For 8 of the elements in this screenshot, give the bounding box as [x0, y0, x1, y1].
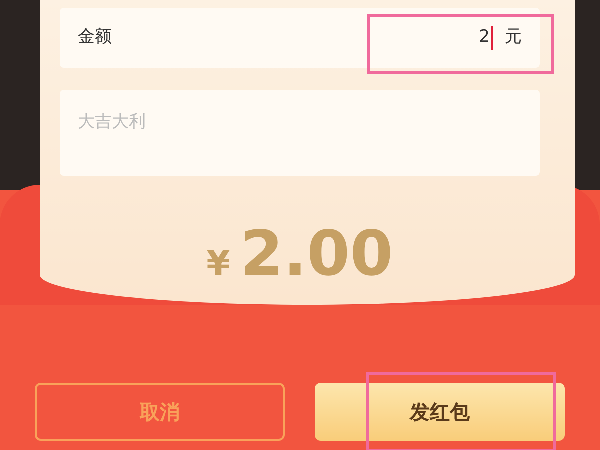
- unit-label: 元: [505, 26, 522, 50]
- field-label: 金额: [78, 26, 112, 50]
- input-field[interactable]: 2: [450, 25, 490, 51]
- total-amount: 2.00: [240, 223, 394, 285]
- currency-symbol: ¥: [206, 243, 230, 286]
- text-cursor: [491, 26, 493, 50]
- send-button[interactable]: 发红包: [315, 383, 565, 441]
- greeting-field[interactable]: 大吉大利: [60, 90, 540, 176]
